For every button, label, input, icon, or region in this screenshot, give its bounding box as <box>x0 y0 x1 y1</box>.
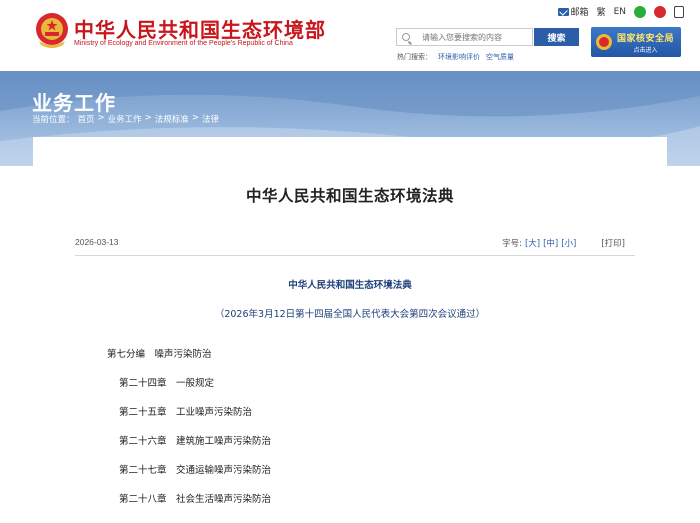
hot-search-label: 热门搜索： <box>397 53 432 61</box>
toc-part: 第七分编 噪声污染防治 <box>107 349 212 360</box>
breadcrumb-separator: > <box>97 113 105 123</box>
site-subtitle: Ministry of Ecology and Environment of t… <box>74 40 293 47</box>
font-size-small-button[interactable]: [小] <box>561 237 576 249</box>
toc-chapter: 第二十八章 社会生活噪声污染防治 <box>119 494 272 505</box>
toc-chapter: 第二十四章 一般规定 <box>119 378 215 389</box>
toc-chapter: 第二十五章 工业噪声污染防治 <box>119 407 253 418</box>
breadcrumb-prefix: 当前位置： <box>32 115 75 125</box>
nuclear-banner-title: 国家核安全局 <box>617 33 675 44</box>
hot-search-term[interactable]: 环境影响评价 <box>438 52 480 62</box>
hot-search-term[interactable]: 空气质量 <box>486 52 514 62</box>
app-icon[interactable] <box>674 5 684 18</box>
search-button[interactable]: 搜索 <box>534 28 579 46</box>
breadcrumb-law[interactable]: 法律 <box>202 113 219 125</box>
breadcrumb-business[interactable]: 业务工作 <box>108 113 142 125</box>
font-size-label: 字号: <box>502 239 522 249</box>
site-title[interactable]: 中华人民共和国生态环境部 <box>74 14 326 43</box>
wechat-icon[interactable] <box>634 5 646 18</box>
mail-icon <box>557 7 569 16</box>
mail-link[interactable]: 邮箱 <box>557 5 589 18</box>
english-link[interactable]: EN <box>614 7 626 17</box>
nuclear-banner-subtitle: 点击进入 <box>633 46 658 54</box>
publish-date: 2026-03-13 <box>75 237 119 247</box>
search-box <box>396 28 533 46</box>
law-adoption-note: （2026年3月12日第十四届全国人民代表大会第四次会议通过） <box>214 309 486 320</box>
meta-divider <box>75 255 635 256</box>
law-heading: 中华人民共和国生态环境法典 <box>288 280 412 291</box>
search-input[interactable] <box>422 32 532 42</box>
hot-search: 热门搜索： 环境影响评价 空气质量 <box>397 52 514 62</box>
toc-chapter: 第二十六章 建筑施工噪声污染防治 <box>119 436 272 447</box>
article-meta: 2026-03-13 字号: [大] [中] [小] [打印] <box>75 237 625 249</box>
breadcrumb-separator: > <box>144 113 152 123</box>
breadcrumb: 当前位置： 首页 > 业务工作 > 法规标准 > 法律 <box>32 113 219 125</box>
site-header: 中华人民共和国生态环境部 Ministry of Ecology and Env… <box>0 0 700 71</box>
top-links: 邮箱 繁 EN <box>557 5 684 18</box>
article-title: 中华人民共和国生态环境法典 <box>245 187 454 205</box>
print-button[interactable]: [打印] <box>601 237 625 249</box>
article-card: 中华人民共和国生态环境法典 2026-03-13 字号: [大] [中] [小]… <box>33 137 667 523</box>
section-title: 业务工作 <box>32 91 116 115</box>
font-size-controls: 字号: [大] [中] [小] [打印] <box>502 237 625 249</box>
nuclear-emblem-icon <box>596 34 612 50</box>
breadcrumb-separator: > <box>191 113 199 123</box>
font-size-large-button[interactable]: [大] <box>525 237 540 249</box>
traditional-chinese-link[interactable]: 繁 <box>597 5 606 18</box>
font-size-medium-button[interactable]: [中] <box>543 237 558 249</box>
search-icon <box>402 33 410 41</box>
weibo-icon[interactable] <box>654 5 666 18</box>
toc-chapter: 第二十七章 交通运输噪声污染防治 <box>119 465 272 476</box>
breadcrumb-regulations[interactable]: 法规标准 <box>155 113 189 125</box>
mail-label: 邮箱 <box>570 8 589 18</box>
nuclear-safety-banner[interactable]: 国家核安全局 点击进入 <box>591 27 681 57</box>
national-emblem-icon[interactable] <box>35 11 69 49</box>
breadcrumb-home[interactable]: 首页 <box>78 113 95 125</box>
